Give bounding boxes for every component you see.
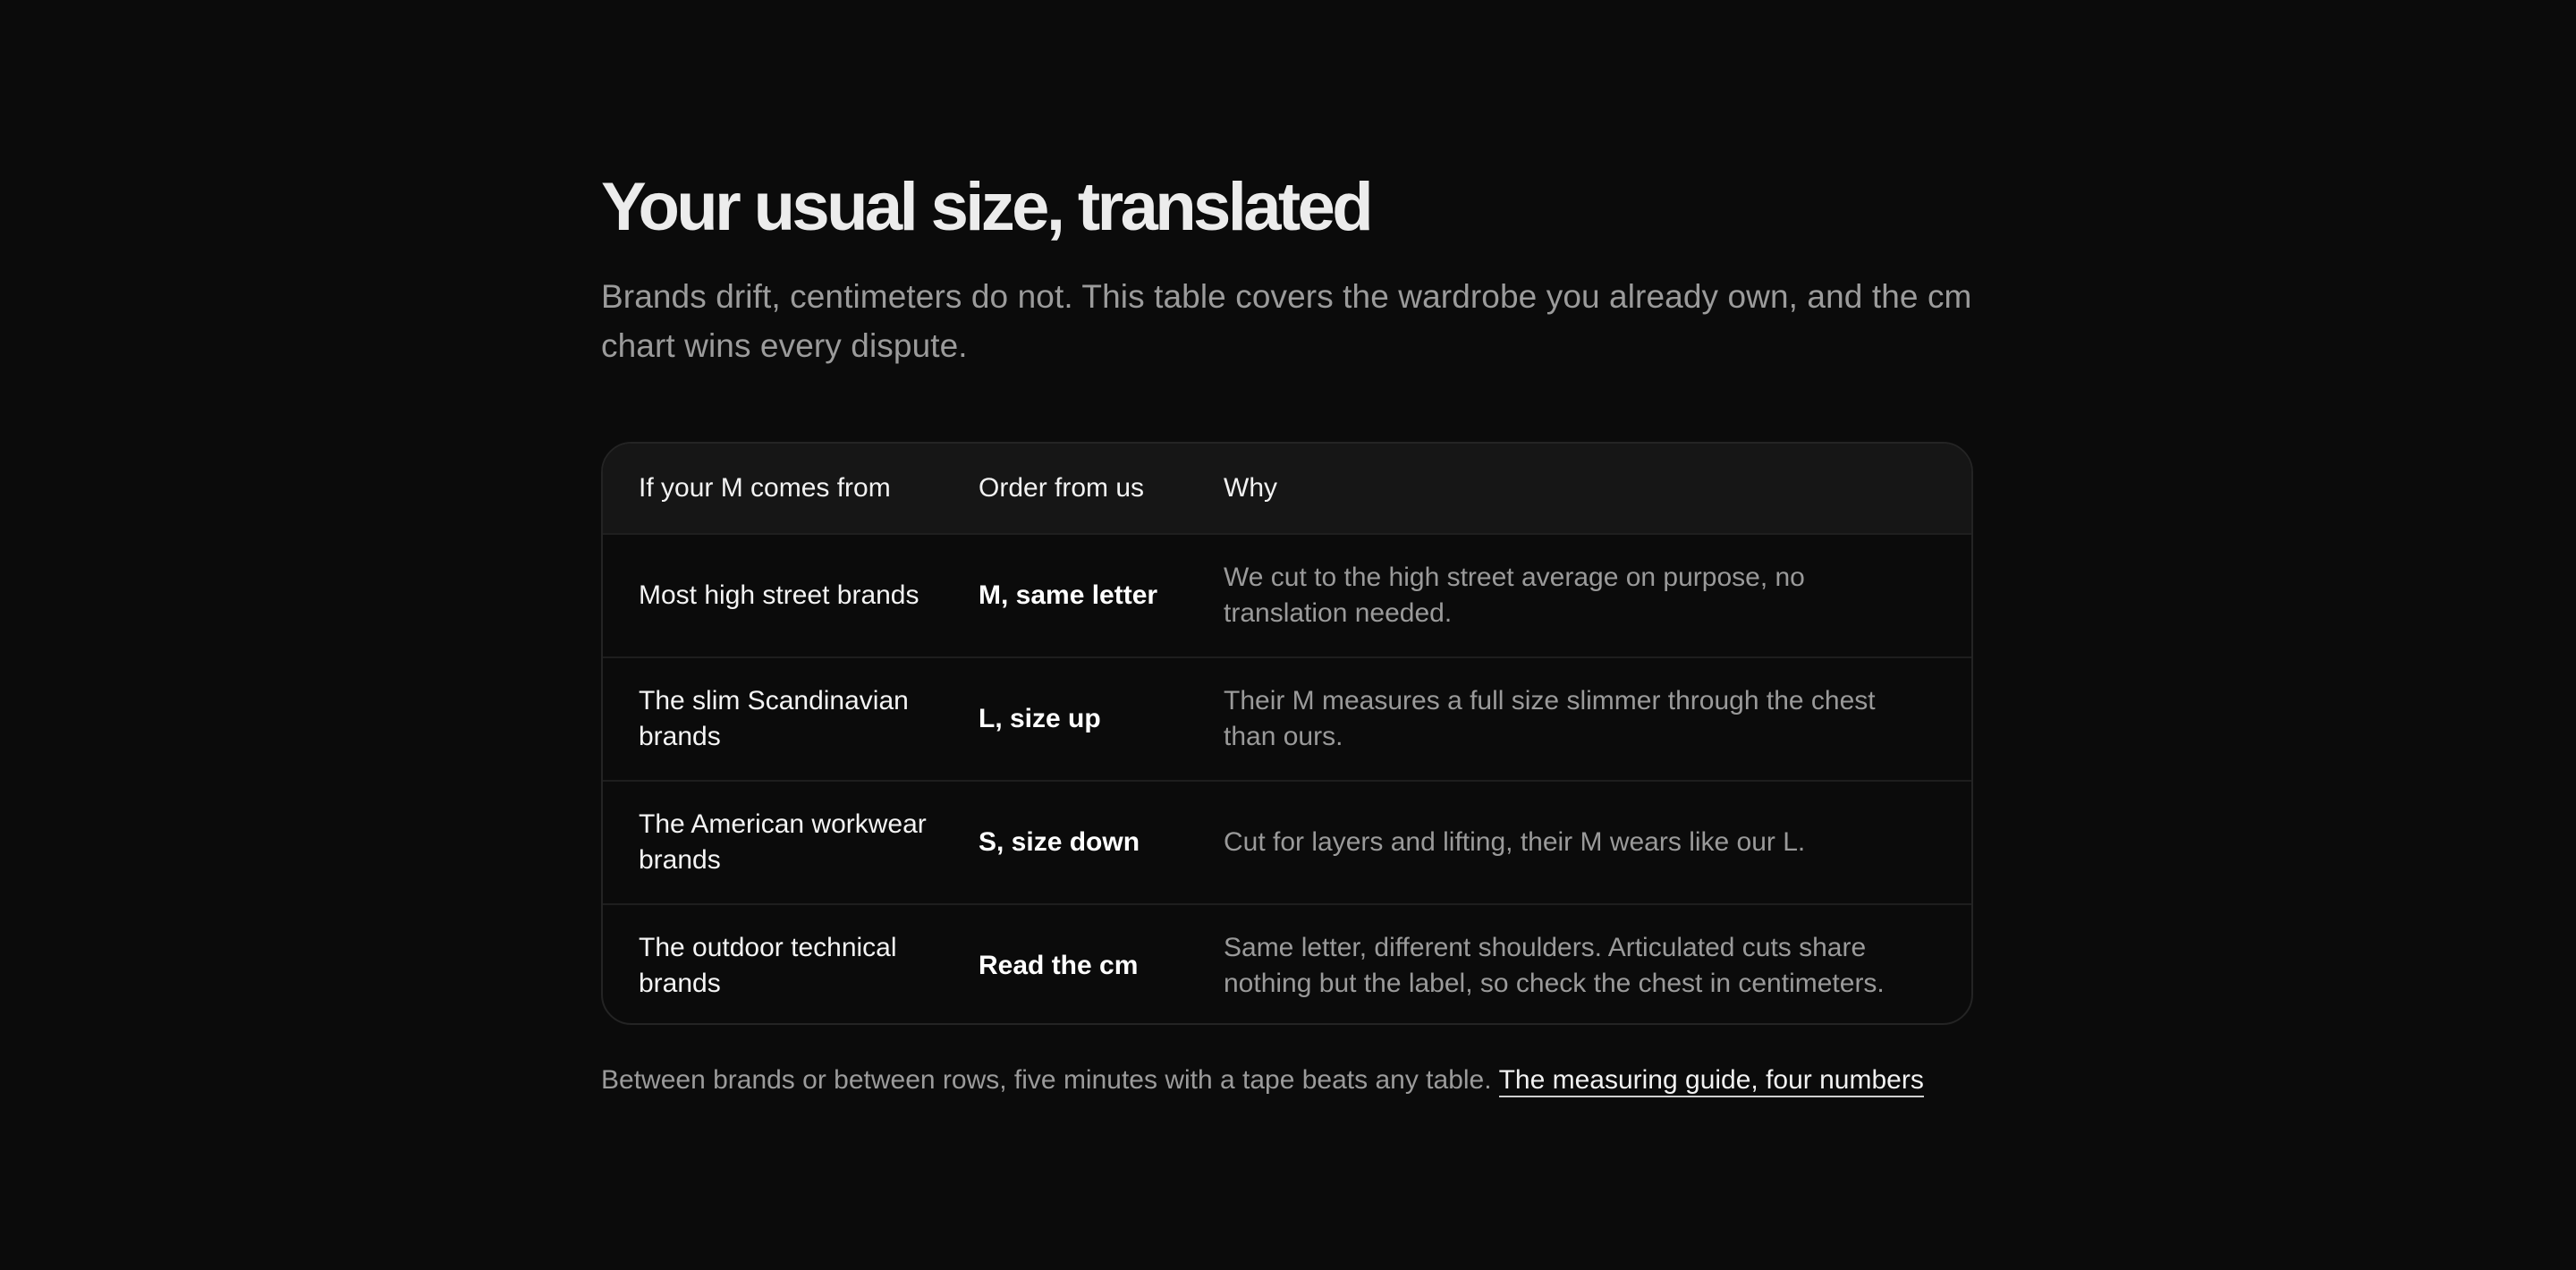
why-cell: Same letter, different shoulders. Articu… <box>1224 933 1885 998</box>
page-title: Your usual size, translated <box>601 169 1374 245</box>
column-header-order: Order from us <box>979 473 1145 503</box>
table-row: The outdoor technical brands Read the cm… <box>603 905 1971 1023</box>
brand-cell: The American workwear brands <box>639 809 927 875</box>
measuring-guide-link[interactable]: The measuring guide, four numbers <box>1498 1065 1924 1097</box>
footer-note-text: Between brands or between rows, five min… <box>601 1065 1492 1095</box>
brand-cell: The slim Scandinavian brands <box>639 686 909 751</box>
footer-note: Between brands or between rows, five min… <box>601 1063 1924 1098</box>
brand-cell: The outdoor technical brands <box>639 933 897 998</box>
table-body: Most high street brands M, same letter W… <box>603 535 1971 1023</box>
order-cell: S, size down <box>979 827 1140 857</box>
table-row: Most high street brands M, same letter W… <box>603 535 1971 658</box>
table-row: The American workwear brands S, size dow… <box>603 782 1971 905</box>
size-translation-table: If your M comes from Order from us Why M… <box>601 442 1973 1025</box>
why-cell: Cut for layers and lifting, their M wear… <box>1224 827 1806 857</box>
page: Your usual size, translated Brands drift… <box>0 0 2576 1270</box>
page-subtitle: Brands drift, centimeters do not. This t… <box>601 278 1972 364</box>
table-header-row: If your M comes from Order from us Why <box>603 444 1971 535</box>
order-cell: M, same letter <box>979 580 1158 610</box>
why-cell: Their M measures a full size slimmer thr… <box>1224 686 1876 751</box>
order-cell: L, size up <box>979 704 1101 733</box>
column-header-brand: If your M comes from <box>639 473 891 503</box>
order-cell: Read the cm <box>979 951 1139 980</box>
brand-cell: Most high street brands <box>639 580 919 610</box>
why-cell: We cut to the high street average on pur… <box>1224 563 1805 628</box>
table-row: The slim Scandinavian brands L, size up … <box>603 658 1971 782</box>
column-header-why: Why <box>1224 473 1277 503</box>
